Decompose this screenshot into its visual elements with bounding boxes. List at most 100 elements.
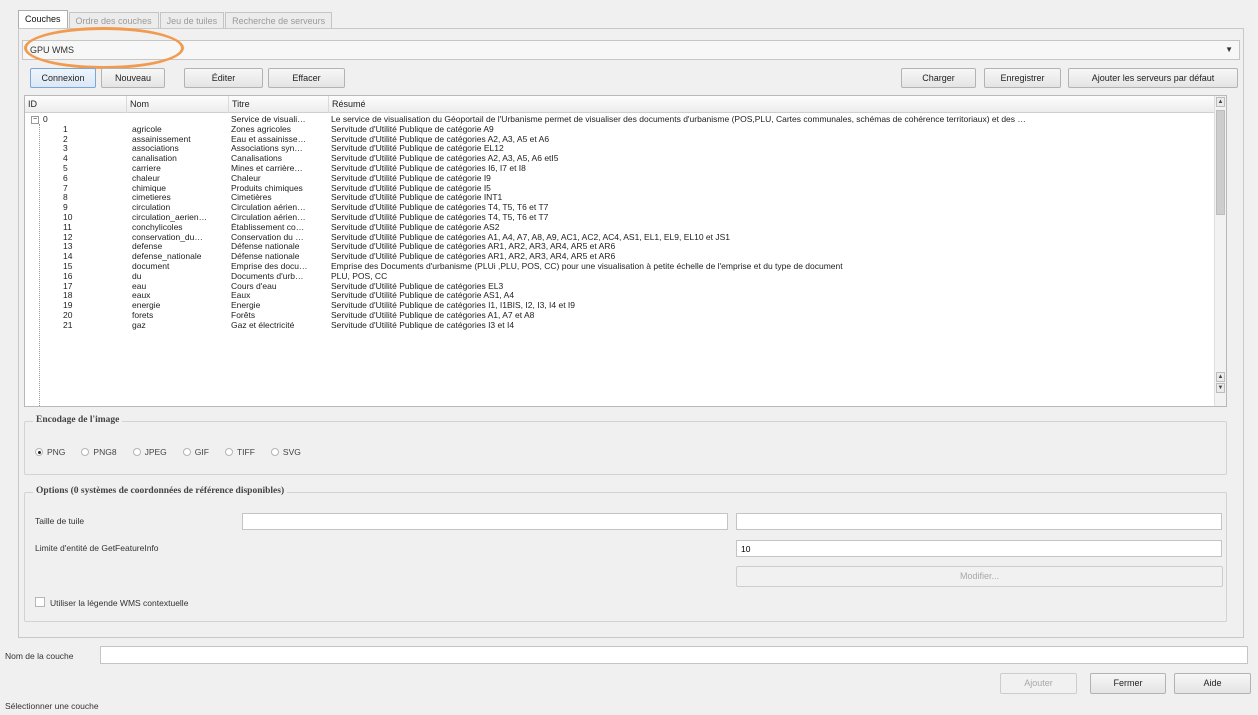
- radio-button[interactable]: [224, 448, 233, 456]
- tab-layers[interactable]: Couches: [18, 10, 68, 29]
- scroll-down-icon[interactable]: ▼: [1216, 383, 1225, 393]
- column-header-summary[interactable]: Résumé: [329, 96, 1216, 113]
- tab-tileset[interactable]: Jeu de tuiles: [159, 12, 225, 29]
- tile-width-field[interactable]: [242, 513, 728, 530]
- radio-button[interactable]: [132, 448, 141, 456]
- tree-row[interactable]: 13 defense Défense nationale Servitude d'Ut…: [25, 242, 1226, 252]
- close-button[interactable]: Fermer: [1090, 673, 1166, 694]
- add-button[interactable]: Ajouter: [1000, 673, 1077, 694]
- row-name: circulation_aerien…: [132, 212, 208, 222]
- radio-button[interactable]: [270, 448, 279, 456]
- scroll-up-icon[interactable]: ▲: [1216, 97, 1225, 107]
- connect-button[interactable]: Connexion: [30, 68, 96, 88]
- tab-server-search[interactable]: Recherche de serveurs: [225, 12, 333, 29]
- row-name: forets: [132, 310, 154, 320]
- add-default-servers-button[interactable]: Ajouter les serveurs par défaut: [1068, 68, 1238, 88]
- encoding-option[interactable]: PNG8: [81, 447, 117, 457]
- tree-row[interactable]: 2 assainissement Eau et assainisse… Servitu…: [25, 135, 1226, 145]
- row-id: 2: [63, 134, 68, 144]
- row-summary: Servitude d'Utilité Publique de catégori…: [331, 252, 616, 262]
- encoding-option-label: JPEG: [144, 447, 167, 457]
- edit-button[interactable]: Éditer: [184, 68, 263, 88]
- row-summary: Servitude d'Utilité Publique de catégori…: [331, 183, 491, 193]
- tree-row[interactable]: 15 document Emprise des docu… Emprise des D…: [25, 262, 1226, 272]
- tree-row[interactable]: 8 cimetieres Cimetières Servitude d'Utilité…: [25, 193, 1226, 203]
- tree-row[interactable]: 7 chimique Produits chimiques Servitude d'U…: [25, 184, 1226, 194]
- tree-row[interactable]: 16 du Documents d'urb… PLU, POS, CC: [25, 272, 1226, 282]
- row-summary: Servitude d'Utilité Publique de catégori…: [331, 291, 515, 301]
- row-id: 1: [63, 124, 68, 134]
- tree-row[interactable]: 17 eau Cours d'eau Servitude d'Utilité Publ…: [25, 282, 1226, 292]
- tree-row[interactable]: 4 canalisation Canalisations Servitude d'Ut…: [25, 154, 1226, 164]
- load-button[interactable]: Charger: [901, 68, 976, 88]
- row-name: eau: [132, 281, 147, 291]
- dropdown-arrow-icon: ▼: [1225, 45, 1233, 54]
- tree-row[interactable]: 11 conchylicoles Établissement co… Servitud…: [25, 223, 1226, 233]
- tree-scrollbar[interactable]: ▲ ▲ ▼: [1214, 96, 1226, 406]
- row-summary: Servitude d'Utilité Publique de catégori…: [331, 310, 535, 320]
- row-name: circulation: [132, 203, 171, 213]
- row-title: Eau et assainisse…: [231, 134, 307, 144]
- help-button[interactable]: Aide: [1174, 673, 1251, 694]
- encoding-option[interactable]: SVG: [270, 447, 301, 457]
- row-name: energie: [132, 301, 161, 311]
- tree-row[interactable]: 1 agricole Zones agricoles Servitude d'Util…: [25, 125, 1226, 135]
- modify-button[interactable]: Modifier...: [736, 566, 1223, 587]
- row-title: Forêts: [231, 310, 256, 320]
- row-summary: Servitude d'Utilité Publique de catégori…: [331, 232, 731, 242]
- new-button[interactable]: Nouveau: [101, 68, 165, 88]
- row-name: chaleur: [132, 173, 160, 183]
- save-button[interactable]: Enregistrer: [984, 68, 1061, 88]
- row-title: Gaz et électricité: [231, 320, 295, 330]
- tree-row[interactable]: 12 conservation_du… Conservation du … Servi…: [25, 233, 1226, 243]
- connection-select[interactable]: GPU WMS ▼: [22, 40, 1240, 60]
- tree-row[interactable]: 20 forets Forêts Servitude d'Utilité Publiq…: [25, 311, 1226, 321]
- scrollbar-thumb[interactable]: [1216, 110, 1225, 215]
- layer-name-input[interactable]: [100, 646, 1248, 664]
- row-summary: Servitude d'Utilité Publique de catégori…: [331, 212, 549, 222]
- row-id: 10: [63, 212, 73, 222]
- layer-tree[interactable]: ID Nom Titre Résumé − 0 Service de visua…: [24, 95, 1227, 407]
- row-summary: Servitude d'Utilité Publique de catégori…: [331, 134, 550, 144]
- row-title: Circulation aérien…: [231, 203, 306, 213]
- row-summary: Servitude d'Utilité Publique de catégori…: [331, 173, 491, 183]
- row-summary: Servitude d'Utilité Publique de catégori…: [331, 301, 576, 311]
- row-id: 13: [63, 242, 73, 252]
- tree-row[interactable]: 6 chaleur Chaleur Servitude d'Utilité Publi…: [25, 174, 1226, 184]
- delete-button[interactable]: Effacer: [268, 68, 345, 88]
- radio-button[interactable]: [182, 448, 191, 456]
- contextual-legend-checkbox[interactable]: [35, 597, 45, 607]
- encoding-option[interactable]: GIF: [182, 447, 209, 457]
- encoding-option[interactable]: PNG: [35, 447, 65, 457]
- tree-row[interactable]: 5 carriere Mines et carrière… Servitude d'U…: [25, 164, 1226, 174]
- column-header-name[interactable]: Nom: [127, 96, 229, 113]
- column-header-title[interactable]: Titre: [229, 96, 329, 113]
- column-header-id[interactable]: ID: [25, 96, 127, 113]
- scroll-up-icon[interactable]: ▲: [1216, 372, 1225, 382]
- radio-button[interactable]: [35, 448, 43, 456]
- row-title: Défense nationale: [231, 242, 300, 252]
- tile-height-field[interactable]: [736, 513, 1222, 530]
- row-summary: Servitude d'Utilité Publique de catégori…: [331, 242, 616, 252]
- row-name: cimetieres: [132, 193, 171, 203]
- tree-root-row[interactable]: 0 Service de visuali… Le service de visu…: [25, 115, 1226, 125]
- row-title: Mines et carrière…: [231, 163, 303, 173]
- tile-size-label: Taille de tuile: [35, 516, 85, 526]
- tree-row[interactable]: 18 eaux Eaux Servitude d'Utilité Publique d…: [25, 291, 1226, 301]
- row-name: eaux: [132, 291, 151, 301]
- tree-row[interactable]: 21 gaz Gaz et électricité Servitude d'Utili…: [25, 321, 1226, 331]
- row-summary: Servitude d'Utilité Publique de catégori…: [331, 193, 503, 203]
- radio-button[interactable]: [81, 448, 90, 456]
- tree-row[interactable]: 10 circulation_aerien… Circulation aérien……: [25, 213, 1226, 223]
- tree-row[interactable]: 19 energie Energie Servitude d'Utilité Publ…: [25, 301, 1226, 311]
- tree-row[interactable]: 14 defense_nationale Défense nationale Serv…: [25, 252, 1226, 262]
- feature-limit-field[interactable]: [736, 540, 1222, 557]
- encoding-option[interactable]: TIFF: [224, 447, 255, 457]
- row-title: Associations syn…: [231, 144, 303, 154]
- encoding-option[interactable]: JPEG: [132, 447, 167, 457]
- encoding-options: PNG PNG8 JPEG GIF TIFF SVG: [35, 447, 301, 457]
- tab-layer-order[interactable]: Ordre des couches: [68, 12, 159, 29]
- row-name: assainissement: [132, 134, 191, 144]
- tree-row[interactable]: 3 associations Associations syn… Servitude …: [25, 144, 1226, 154]
- tree-row[interactable]: 9 circulation Circulation aérien… Servitude…: [25, 203, 1226, 213]
